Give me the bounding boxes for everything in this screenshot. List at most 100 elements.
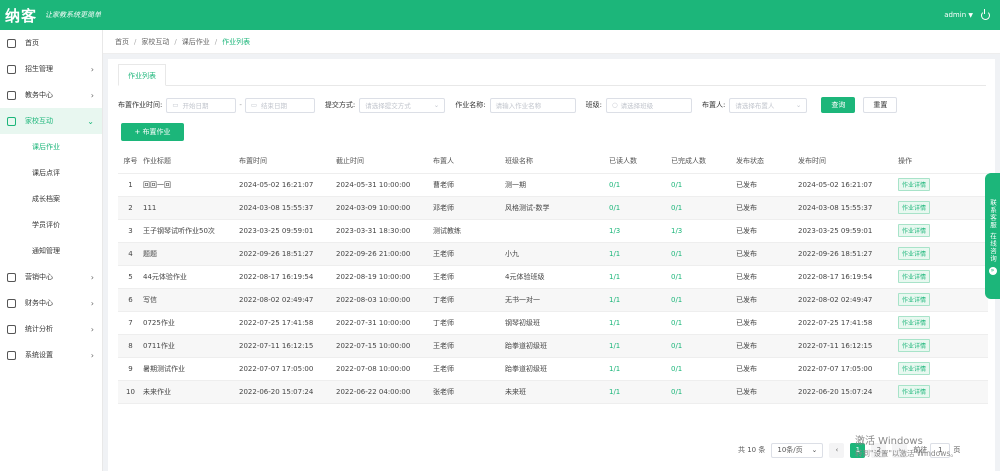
sidebar-item-label: 家校互动: [25, 117, 53, 125]
sidebar-item-marketing[interactable]: 营销中心 ›: [0, 264, 102, 290]
count-link[interactable]: 1/1: [609, 319, 620, 327]
sidebar-item-academic[interactable]: 教务中心 ›: [0, 82, 102, 108]
power-icon[interactable]: [981, 8, 990, 20]
table-cell: 1/1: [609, 357, 671, 381]
breadcrumb-item[interactable]: 课后作业: [182, 37, 210, 47]
count-link[interactable]: 0/1: [609, 204, 620, 212]
count-link[interactable]: 1/1: [609, 388, 620, 396]
chevron-down-icon: ⌄: [795, 101, 802, 109]
table-cell: 跆拳道初级班: [505, 334, 609, 358]
name-label: 作业名称:: [455, 101, 486, 109]
teacher-select[interactable]: 请选择布置人 ⌄: [729, 97, 808, 113]
table-cell: 1/1: [609, 242, 671, 266]
table-cell: 题题: [143, 242, 239, 266]
count-link[interactable]: 1/3: [671, 227, 682, 235]
sidebar-subitem-homework[interactable]: 课后作业: [0, 134, 102, 160]
mode-select[interactable]: 请选择提交方式 ⌄: [359, 97, 446, 113]
count-link[interactable]: 0/1: [671, 273, 682, 281]
detail-button[interactable]: 作业详情: [898, 385, 931, 398]
count-link[interactable]: 1/1: [609, 250, 620, 258]
count-link[interactable]: 1/1: [609, 365, 620, 373]
breadcrumb-item[interactable]: 家校互动: [141, 37, 169, 47]
table-cell: 2023-03-31 18:30:00: [336, 219, 433, 243]
detail-button[interactable]: 作业详情: [898, 339, 931, 352]
detail-button[interactable]: 作业详情: [898, 178, 931, 191]
table-cell[interactable]: 作业详情: [898, 265, 988, 289]
sidebar-item-home-school[interactable]: 家校互动 ⌄: [0, 108, 102, 134]
sidebar-item-label: 营销中心: [25, 273, 53, 281]
count-link[interactable]: 0/1: [671, 296, 682, 304]
count-link[interactable]: 0/1: [671, 181, 682, 189]
gift-icon: [7, 272, 16, 282]
sidebar-subitem-notice[interactable]: 通知管理: [0, 238, 102, 264]
table-cell[interactable]: 作业详情: [898, 357, 988, 381]
count-link[interactable]: 0/1: [671, 204, 682, 212]
count-link[interactable]: 1/3: [609, 227, 620, 235]
count-link[interactable]: 0/1: [671, 388, 682, 396]
table-cell[interactable]: 作业详情: [898, 334, 988, 358]
table-cell: 风格测试-数学: [505, 196, 609, 220]
class-label: 班级:: [585, 101, 602, 109]
sidebar-item-label: 教务中心: [25, 91, 53, 99]
sidebar-subitem-review[interactable]: 课后点评: [0, 160, 102, 186]
sidebar-subitem-growth[interactable]: 成长档案: [0, 186, 102, 212]
add-homework-button[interactable]: + 布置作业: [121, 123, 184, 141]
table-cell[interactable]: 作业详情: [898, 219, 988, 243]
detail-button[interactable]: 作业详情: [898, 316, 931, 329]
count-link[interactable]: 0/1: [609, 181, 620, 189]
sidebar-item-home[interactable]: 首页: [0, 30, 102, 56]
class-select[interactable]: ○ 请选择班级: [605, 97, 692, 113]
count-link[interactable]: 0/1: [671, 342, 682, 350]
sidebar-item-statistics[interactable]: 统计分析 ›: [0, 316, 102, 342]
table-cell[interactable]: 作业详情: [898, 288, 988, 312]
table-cell: 已发布: [736, 219, 798, 243]
table-cell: 3: [118, 219, 143, 243]
homework-name-input[interactable]: 请输入作业名称: [489, 97, 576, 113]
table-cell: 邓老师: [433, 196, 505, 220]
table-cell[interactable]: 作业详情: [898, 311, 988, 335]
table-cell: 2024-03-08 15:55:37: [798, 196, 898, 220]
page-size-select[interactable]: 10条/页 ⌄: [771, 442, 824, 458]
table-cell[interactable]: 作业详情: [898, 173, 988, 197]
detail-button[interactable]: 作业详情: [898, 224, 931, 237]
table-row: 10 未来作业 2022-06-20 15:07:24 2022-06-22 04:0…: [118, 380, 988, 404]
detail-button[interactable]: 作业详情: [898, 270, 931, 283]
customer-service-float[interactable]: 联系客服 在线咨询 »: [985, 173, 1000, 299]
count-link[interactable]: 0/1: [671, 250, 682, 258]
tab-homework-list[interactable]: 作业列表: [118, 64, 166, 86]
table-cell[interactable]: 作业详情: [898, 196, 988, 220]
logo[interactable]: 纳客: [5, 5, 37, 26]
table-cell: 曹老师: [433, 173, 505, 197]
sidebar-item-enrollment[interactable]: 招生管理 ›: [0, 56, 102, 82]
count-link[interactable]: 1/1: [609, 296, 620, 304]
sidebar-subitem-evaluation[interactable]: 学员评价: [0, 212, 102, 238]
detail-button[interactable]: 作业详情: [898, 293, 931, 306]
count-link[interactable]: 0/1: [671, 365, 682, 373]
table-cell[interactable]: 作业详情: [898, 380, 988, 404]
book-icon: [7, 90, 16, 100]
end-date-input[interactable]: ▭ 结束日期: [244, 97, 315, 113]
count-link[interactable]: 0/1: [671, 319, 682, 327]
settings-icon: [7, 350, 16, 360]
sidebar-item-finance[interactable]: 财务中心 ›: [0, 290, 102, 316]
prev-page-button[interactable]: ‹: [829, 442, 845, 458]
reset-button[interactable]: 重置: [863, 97, 898, 113]
slogan: 让家教系统更简单: [45, 11, 102, 19]
detail-button[interactable]: 作业详情: [898, 247, 931, 260]
table-cell: 2022-09-26 18:51:27: [239, 242, 336, 266]
sidebar-item-settings[interactable]: 系统设置 ›: [0, 342, 102, 368]
count-link[interactable]: 1/1: [609, 342, 620, 350]
mode-placeholder: 请选择提交方式: [365, 102, 411, 110]
search-button[interactable]: 查询: [821, 97, 856, 113]
detail-button[interactable]: 作业详情: [898, 362, 931, 375]
table-row: 7 0725作业 2022-07-25 17:41:58 2022-07-31 10:…: [118, 311, 988, 335]
count-link[interactable]: 1/1: [609, 273, 620, 281]
detail-button[interactable]: 作业详情: [898, 201, 931, 214]
class-placeholder: 请选择班级: [620, 102, 654, 110]
table-cell: 2022-06-22 04:00:00: [336, 380, 433, 404]
breadcrumb-item[interactable]: 首页: [115, 37, 129, 47]
start-date-input[interactable]: ▭ 开始日期: [166, 97, 237, 113]
user-menu[interactable]: admin ▼: [944, 11, 973, 19]
table-cell: 2022-07-07 17:05:00: [239, 357, 336, 381]
table-cell[interactable]: 作业详情: [898, 242, 988, 266]
